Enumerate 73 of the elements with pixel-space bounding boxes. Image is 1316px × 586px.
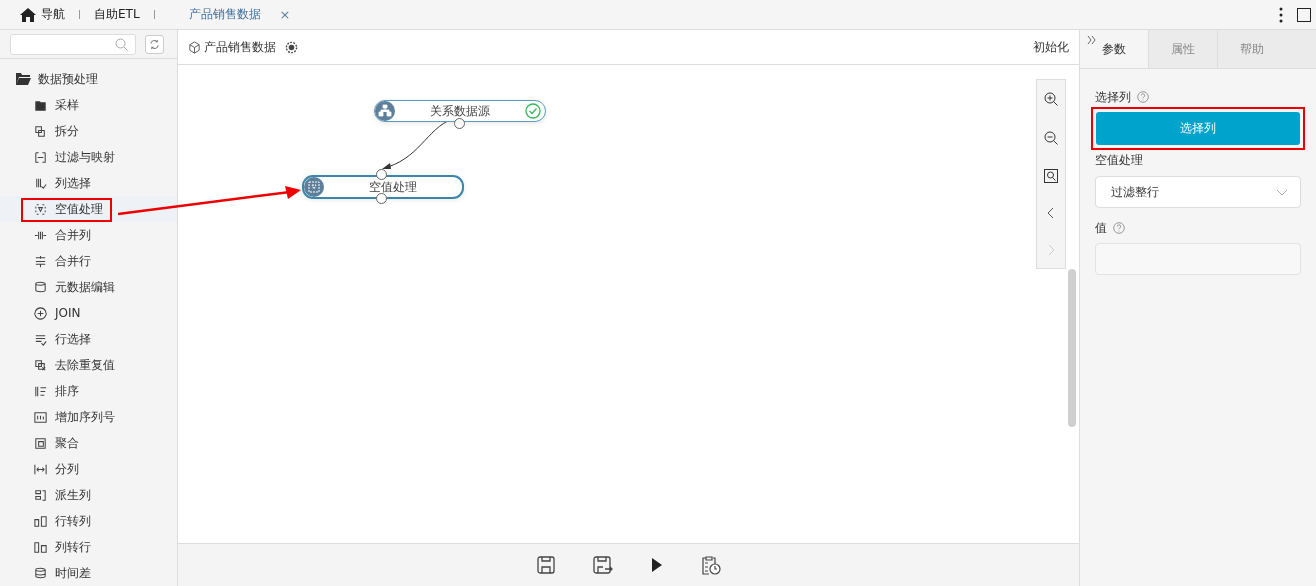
tree-item[interactable]: 时间差 (0, 560, 177, 586)
node-type-icon (33, 149, 48, 165)
tree-item[interactable]: JOIN (0, 300, 177, 326)
more-icon[interactable] (1279, 6, 1283, 23)
tree-item[interactable]: 列转行 (0, 534, 177, 560)
tree-group[interactable]: 数据预处理 (0, 66, 177, 92)
home-icon (20, 7, 36, 22)
top-tab[interactable]: 产品销售数据 × (184, 6, 295, 23)
refresh-icon (149, 38, 160, 50)
zoom-out-icon[interactable] (1044, 130, 1058, 145)
save-icon[interactable] (536, 556, 555, 574)
tree-item[interactable]: 空值处理 (0, 196, 177, 222)
flow-node[interactable]: 关系数据源 (374, 100, 546, 122)
panel-tab[interactable]: 参数 (1080, 30, 1148, 68)
tree-item[interactable]: 聚合 (0, 430, 177, 456)
top-tab[interactable]: 自助ETL (90, 6, 144, 23)
tree-item[interactable]: 排序 (0, 378, 177, 404)
tree-item[interactable]: 去除重复值 (0, 352, 177, 378)
field-label: 值 (1095, 219, 1107, 237)
field-label: 选择列 (1095, 88, 1131, 106)
node-type-icon (33, 565, 48, 581)
scrollbar[interactable] (1068, 269, 1076, 427)
settings-icon[interactable] (285, 40, 298, 54)
node-type-icon (33, 279, 48, 295)
node-type-icon (33, 539, 48, 555)
search-field[interactable] (10, 33, 136, 55)
tree-item[interactable]: 合并行 (0, 248, 177, 274)
previous-icon[interactable] (1047, 207, 1055, 220)
check-icon (525, 103, 541, 119)
node-type-icon (33, 123, 48, 139)
node-type-icon (33, 435, 48, 451)
search-icon (115, 37, 128, 51)
tree-item[interactable]: 行转列 (0, 508, 177, 534)
top-tab[interactable]: 导航 (16, 6, 69, 23)
cube-icon (188, 40, 201, 54)
tree-item[interactable]: 列选择 (0, 170, 177, 196)
tree-item[interactable]: 派生列 (0, 482, 177, 508)
run-icon[interactable] (650, 558, 663, 572)
field-label: 空值处理 (1095, 151, 1143, 169)
node-type-icon (33, 357, 48, 373)
canvas-title: 产品销售数据 (204, 38, 276, 56)
tree-item[interactable]: 拆分 (0, 118, 177, 144)
flow-node[interactable]: 空值处理 (302, 175, 464, 199)
chevron-down-icon (1276, 188, 1288, 196)
tree-item[interactable]: 过滤与映射 (0, 144, 177, 170)
collapse-icon[interactable] (1087, 36, 1096, 44)
schedule-icon[interactable] (700, 555, 721, 575)
fit-view-icon[interactable] (1044, 168, 1058, 183)
node-type-icon (33, 201, 48, 217)
tree-item[interactable]: 增加序列号 (0, 404, 177, 430)
folder-icon (16, 73, 31, 85)
maximize-icon[interactable] (1297, 7, 1311, 22)
initialize-button[interactable]: 初始化 (1033, 38, 1069, 56)
close-tab-button[interactable]: × (279, 7, 291, 22)
tree-item[interactable]: 元数据编辑 (0, 274, 177, 300)
output-port[interactable] (454, 118, 465, 129)
node-type-icon (33, 513, 48, 529)
tree-item[interactable]: 分列 (0, 456, 177, 482)
output-port[interactable] (376, 193, 387, 204)
node-type-icon (33, 253, 48, 269)
tree-item[interactable]: 行选择 (0, 326, 177, 352)
refresh-button[interactable] (145, 34, 164, 54)
tree-item[interactable]: 合并列 (0, 222, 177, 248)
node-type-icon (304, 177, 324, 197)
null-handling-dropdown[interactable]: 过滤整行 (1095, 176, 1301, 208)
node-type-icon (33, 487, 48, 503)
node-type-icon (33, 409, 48, 425)
input-port[interactable] (376, 169, 387, 180)
zoom-in-icon[interactable] (1044, 92, 1058, 107)
save-as-icon[interactable] (592, 556, 613, 574)
node-type-icon (33, 305, 48, 321)
tree-item[interactable]: 采样 (0, 92, 177, 118)
database-icon (375, 101, 395, 121)
